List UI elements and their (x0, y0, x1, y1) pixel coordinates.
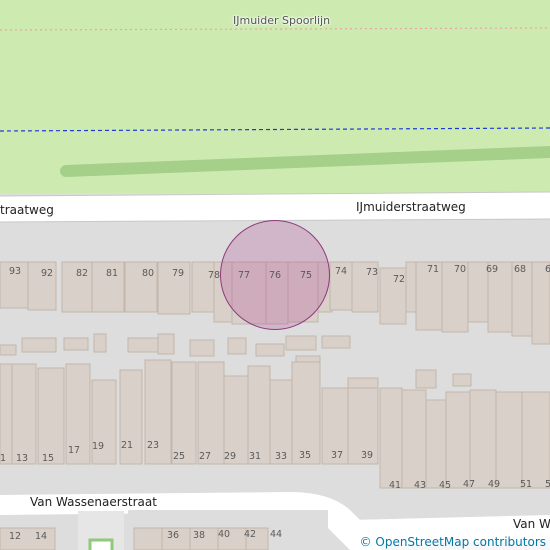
building (223, 375, 249, 465)
building (91, 261, 125, 313)
building (269, 379, 293, 465)
building (189, 339, 215, 357)
building (65, 363, 91, 465)
building (452, 373, 472, 387)
building (0, 261, 29, 309)
building (495, 391, 523, 489)
building (0, 527, 56, 550)
building (415, 369, 437, 389)
map-attribution: © OpenStreetMap contributors (355, 534, 550, 550)
building (91, 379, 117, 465)
building (227, 337, 247, 355)
building (531, 261, 550, 345)
building (379, 387, 403, 489)
building (445, 391, 471, 489)
building (321, 387, 349, 465)
building (157, 261, 191, 315)
building (119, 369, 143, 465)
building (351, 261, 379, 313)
building (189, 527, 219, 550)
building (425, 399, 447, 489)
building (321, 335, 351, 349)
building (197, 361, 225, 465)
building (401, 389, 427, 489)
map-canvas[interactable]: IJmuider Spoorlijn traatweg IJmuiderstra… (0, 0, 550, 550)
building (415, 261, 443, 331)
building (124, 261, 158, 313)
building (133, 527, 163, 550)
building (63, 337, 89, 351)
building (441, 261, 469, 333)
building (329, 261, 353, 311)
building (144, 359, 172, 465)
building (245, 527, 269, 550)
building (285, 335, 317, 351)
building (405, 261, 417, 313)
building (511, 261, 533, 337)
building (487, 261, 513, 333)
building (157, 333, 175, 355)
osm-contributors-link[interactable]: OpenStreetMap contributors (375, 535, 546, 549)
building (467, 261, 489, 323)
building (291, 361, 321, 465)
building (93, 333, 107, 353)
building (161, 527, 191, 550)
building (0, 363, 13, 465)
building (255, 343, 285, 357)
copyright-symbol: © (359, 535, 372, 549)
building (521, 391, 550, 489)
location-marker[interactable] (220, 220, 330, 330)
building (127, 337, 159, 353)
building (171, 361, 197, 465)
building (217, 527, 247, 550)
ijmuiderstraatweg-road (0, 192, 550, 222)
building (37, 367, 65, 465)
building (27, 261, 57, 311)
building (21, 337, 57, 353)
building (0, 344, 17, 356)
building (61, 261, 93, 313)
building (247, 365, 271, 465)
building (469, 389, 497, 489)
building (347, 387, 379, 465)
building (11, 363, 37, 465)
building (379, 267, 407, 325)
